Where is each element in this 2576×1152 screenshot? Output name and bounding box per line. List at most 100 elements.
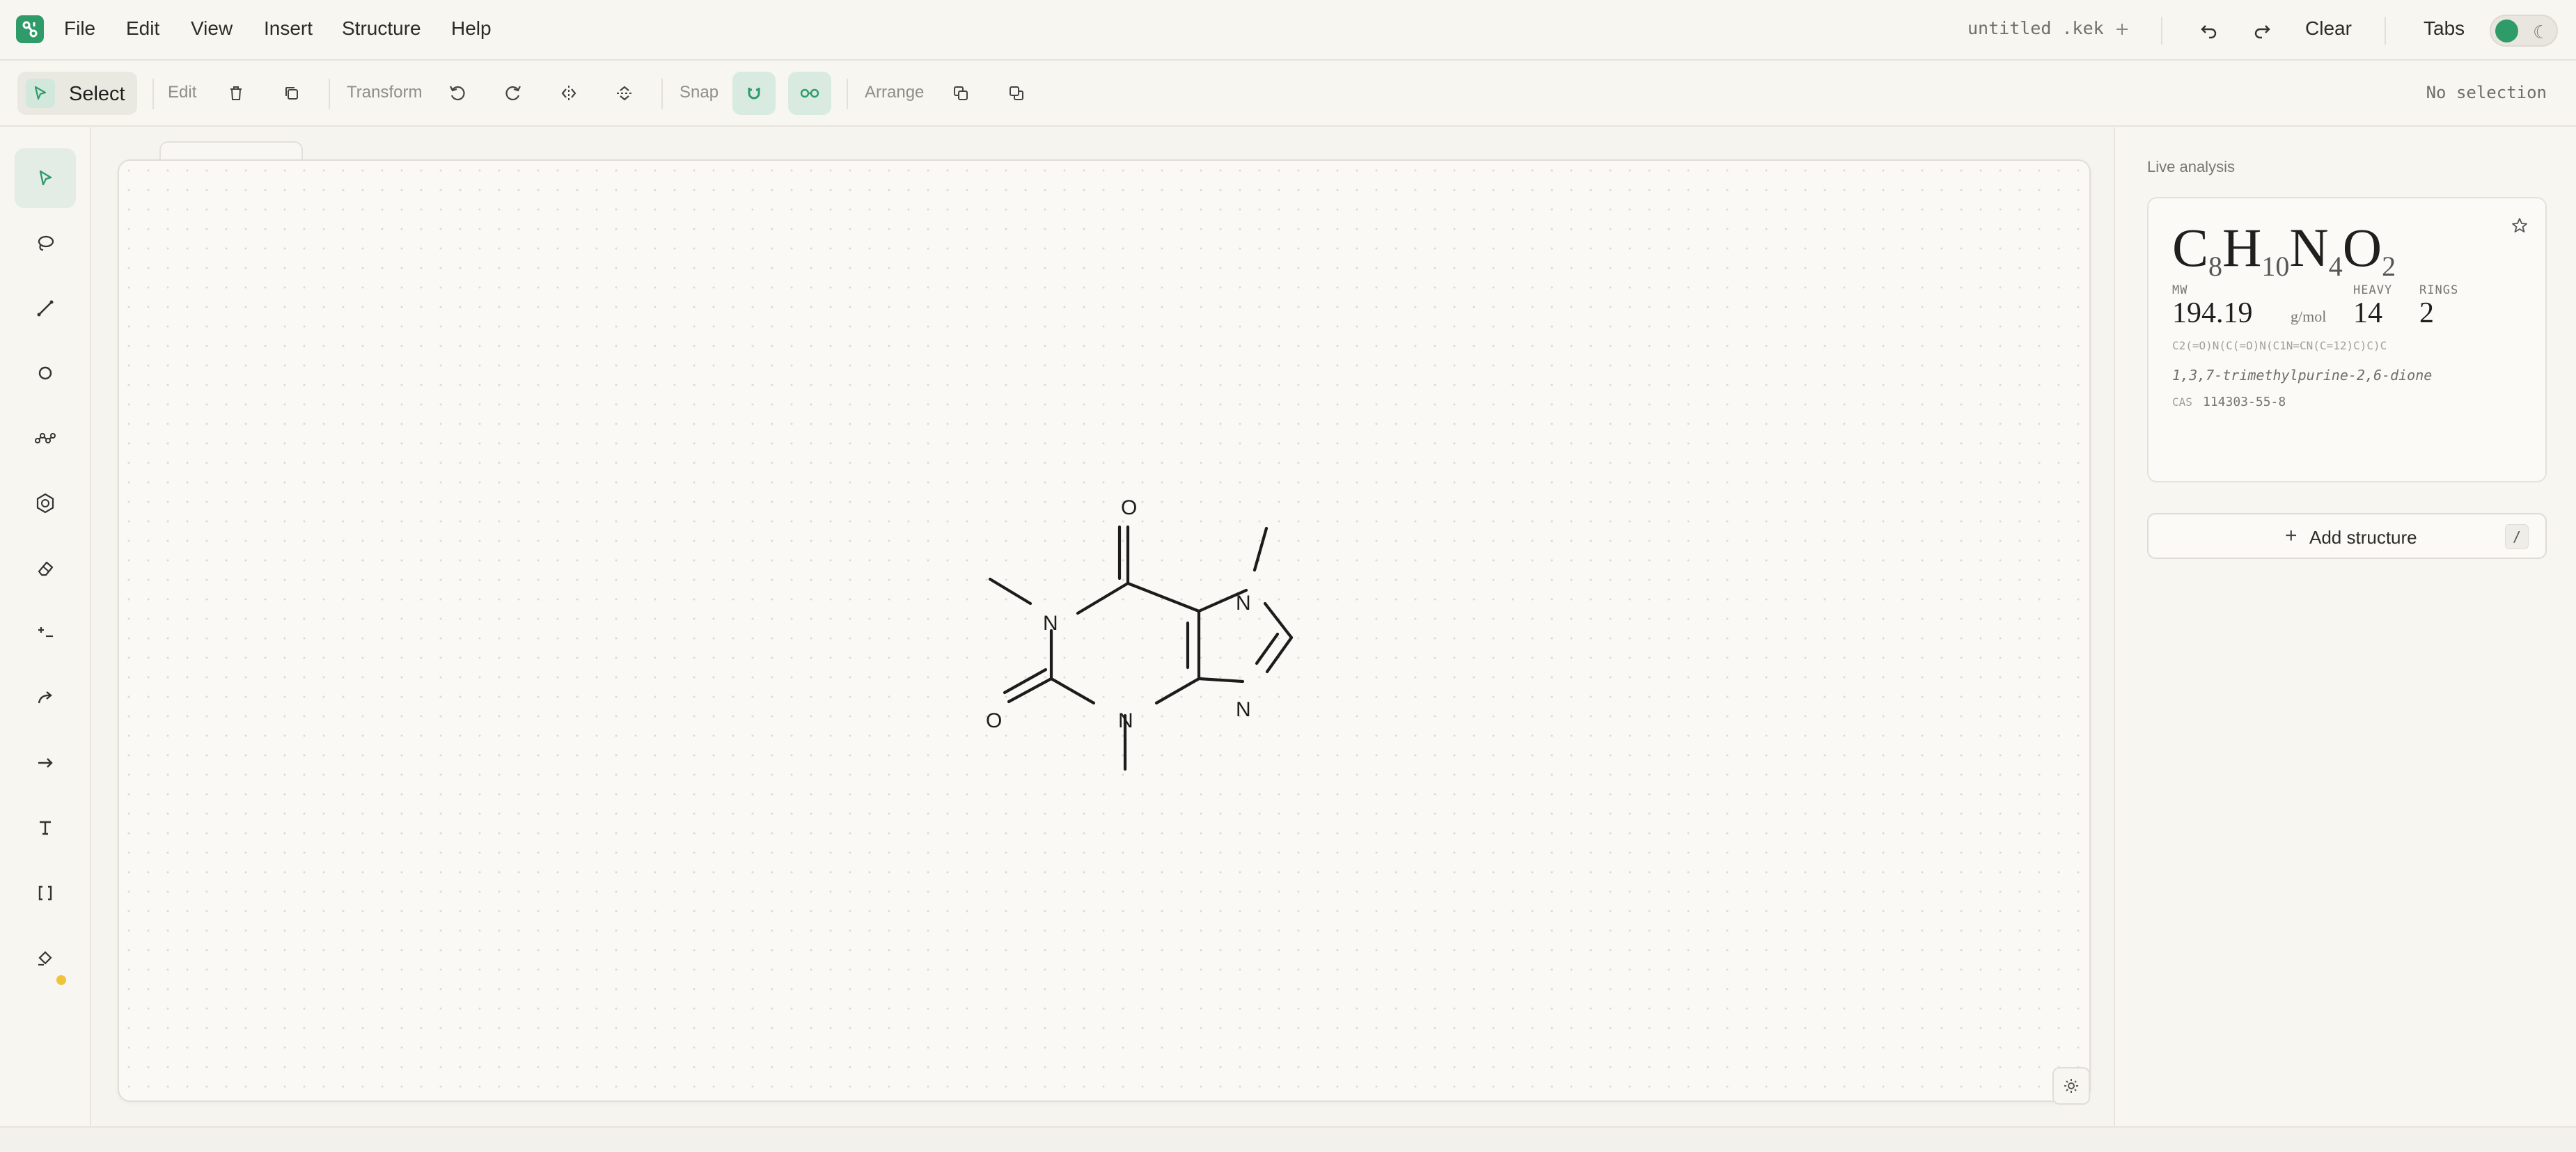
- tool-lasso[interactable]: [15, 214, 76, 274]
- drawing-sheet[interactable]: O N N O N N: [118, 159, 2091, 1102]
- atom-label[interactable]: N: [1236, 698, 1251, 721]
- tool-bond[interactable]: [15, 278, 76, 338]
- smiles-string: C2(=O)N(C(=O)N(C1N=CN(C=12)C)C)C: [2172, 339, 2387, 352]
- mw-label: MW: [2172, 283, 2188, 297]
- atom-label[interactable]: N: [1236, 592, 1251, 615]
- menu-bar: File Edit View Insert Structure Help unt…: [0, 0, 2576, 61]
- iupac-name: 1,3,7-trimethylpurine-2,6-dione: [2172, 367, 2433, 384]
- atom-label[interactable]: N: [1043, 612, 1058, 635]
- clear-button[interactable]: Clear: [2305, 17, 2352, 40]
- copy-icon: [285, 87, 298, 100]
- atom-label[interactable]: O: [1121, 496, 1137, 519]
- menu-edit[interactable]: Edit: [126, 17, 159, 40]
- cas-number: 114303-55-8: [2203, 395, 2286, 409]
- duplicate-button[interactable]: [270, 72, 313, 115]
- magnet-icon: [748, 88, 760, 100]
- menu-structure[interactable]: Structure: [342, 17, 421, 40]
- formula-count: 10: [2261, 251, 2290, 282]
- add-structure-label: Add structure: [2309, 527, 2417, 548]
- bracket-icon: [38, 885, 52, 901]
- theme-toggle[interactable]: ☾: [2490, 15, 2558, 47]
- rotate-right-button[interactable]: [492, 72, 535, 115]
- edit-group-label: Edit: [168, 83, 197, 102]
- formula-element: H: [2222, 217, 2262, 278]
- canvas-area: O N N O N N: [93, 127, 2114, 1126]
- tool-fill[interactable]: [15, 928, 76, 988]
- chain-icon: [35, 433, 56, 443]
- moon-icon: ☾: [2533, 22, 2550, 42]
- tool-text[interactable]: [15, 798, 76, 858]
- flip-vertical-icon: [617, 86, 632, 101]
- rotate-left-button[interactable]: [436, 72, 479, 115]
- redo-icon[interactable]: [2250, 18, 2274, 42]
- rotate-left-icon: [450, 86, 465, 101]
- tool-rail: [0, 127, 91, 1126]
- analysis-card: C8H10N4O2 MW 194.19 g/mol HEAVY 14 RINGS…: [2147, 197, 2547, 482]
- add-structure-button[interactable]: + Add structure /: [2147, 513, 2547, 559]
- formula-element: N: [2289, 217, 2329, 278]
- select-mode-label: Select: [69, 83, 125, 105]
- divider: [2161, 17, 2162, 45]
- menu-help[interactable]: Help: [451, 17, 492, 40]
- menu-file[interactable]: File: [64, 17, 95, 40]
- formula-element: O: [2342, 217, 2382, 278]
- tool-curved-arrow[interactable]: [15, 668, 76, 728]
- tool-select[interactable]: [15, 148, 76, 208]
- atom-label[interactable]: O: [986, 709, 1002, 732]
- rings-value: 2: [2419, 297, 2434, 329]
- formula-count: 8: [2208, 251, 2223, 282]
- tool-chain[interactable]: [15, 408, 76, 468]
- document-filename[interactable]: untitled .kek: [1968, 18, 2104, 38]
- tool-atom[interactable]: [15, 343, 76, 403]
- formula-element: C: [2172, 217, 2209, 278]
- undo-icon[interactable]: [2197, 18, 2221, 42]
- snap-magnet-toggle[interactable]: [732, 72, 776, 115]
- text-icon: [40, 821, 51, 835]
- favorite-star-icon[interactable]: [2511, 216, 2529, 235]
- app-logo-icon: [16, 15, 44, 43]
- atom-label[interactable]: N: [1118, 709, 1133, 732]
- tool-reaction-arrow[interactable]: [15, 733, 76, 793]
- tool-charge[interactable]: [15, 603, 76, 663]
- canvas-settings-button[interactable]: [2052, 1067, 2090, 1105]
- toolbar-divider: [661, 79, 663, 109]
- send-backward-button[interactable]: [995, 72, 1038, 115]
- toolbar-divider: [152, 79, 154, 109]
- menu-insert[interactable]: Insert: [264, 17, 313, 40]
- flip-horizontal-button[interactable]: [547, 72, 590, 115]
- tabs-button[interactable]: Tabs: [2424, 17, 2465, 40]
- selection-status: No selection: [2426, 83, 2547, 102]
- fill-color-indicator: [56, 975, 66, 985]
- select-arrow-icon: [39, 170, 52, 186]
- menu-view[interactable]: View: [191, 17, 233, 40]
- molecular-formula: C8H10N4O2: [2172, 216, 2396, 283]
- new-tab-plus-icon[interactable]: [2111, 18, 2133, 40]
- delete-button[interactable]: [214, 72, 258, 115]
- rings-label: RINGS: [2419, 283, 2459, 297]
- snap-group-label: Snap: [680, 83, 719, 102]
- tool-eraser[interactable]: [15, 538, 76, 598]
- flip-vertical-button[interactable]: [603, 72, 646, 115]
- transform-group-label: Transform: [347, 83, 423, 102]
- bring-forward-button[interactable]: [939, 72, 982, 115]
- shortcut-key: /: [2505, 524, 2529, 549]
- toolbar: Select Edit Transform Snap Arrange No se…: [0, 62, 2576, 127]
- formula-count: 2: [2382, 251, 2396, 282]
- tool-bracket[interactable]: [15, 863, 76, 923]
- curved-arrow-icon: [38, 691, 52, 704]
- bond: [988, 577, 1032, 606]
- select-mode-button[interactable]: Select: [17, 72, 137, 115]
- bond: [1076, 581, 1130, 615]
- reaction-arrow-icon: [38, 758, 53, 768]
- bond: [1049, 677, 1096, 705]
- lasso-icon: [38, 235, 54, 251]
- arrange-group-label: Arrange: [865, 83, 925, 102]
- trash-icon: [230, 86, 242, 100]
- tool-ring[interactable]: [15, 473, 76, 533]
- link-chain-icon: [800, 88, 819, 98]
- select-arrow-icon: [26, 79, 55, 108]
- snap-bond-toggle[interactable]: [788, 72, 831, 115]
- fill-icon: [38, 951, 52, 966]
- molecule-structure[interactable]: O N N O N N: [119, 161, 2089, 1100]
- bond-icon: [37, 300, 54, 317]
